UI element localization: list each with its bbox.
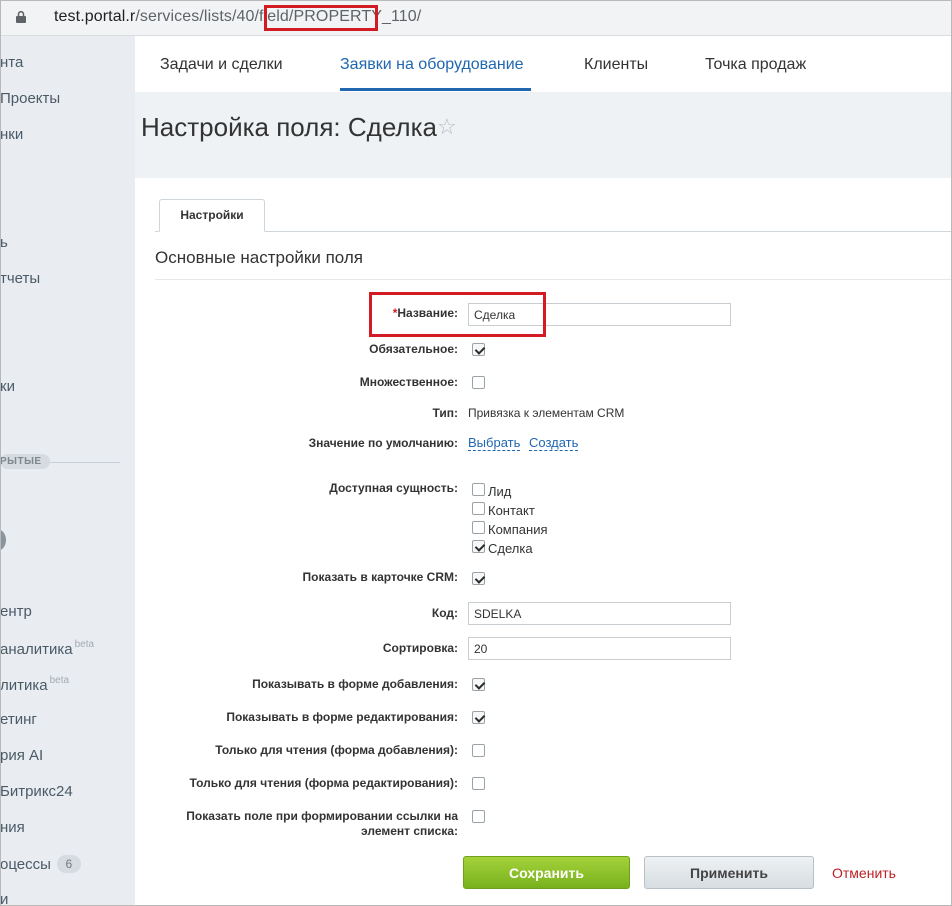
sidebar-item-label: и xyxy=(0,891,9,906)
code-input[interactable] xyxy=(468,602,731,625)
sidebar-item-label: нки xyxy=(0,126,24,143)
show-in-crm-checkbox[interactable] xyxy=(472,572,485,585)
entity-label: Доступная сущность: xyxy=(329,481,458,495)
sidebar-item[interactable]: нки xyxy=(0,126,23,143)
sidebar-item[interactable]: ния xyxy=(0,819,25,836)
entity-company-label: Компания xyxy=(488,522,548,537)
sidebar-item-label: литика xyxy=(0,677,48,694)
top-navigation: Задачи и сделки Заявки на оборудование К… xyxy=(135,36,952,92)
beta-label: beta xyxy=(74,639,95,650)
sidebar-item-label: рия AI xyxy=(0,747,44,764)
show-edit-label: Показывать в форме редактирования: xyxy=(226,710,458,724)
sidebar-item[interactable]: нта xyxy=(0,54,23,71)
section-divider xyxy=(155,279,952,280)
tab-divider xyxy=(155,231,952,232)
sidebar-item-analytics[interactable]: аналитика beta xyxy=(0,639,94,658)
sidebar-item[interactable]: ки xyxy=(0,378,15,395)
section-title: Основные настройки поля xyxy=(155,248,363,267)
header-gap xyxy=(135,168,952,178)
code-label: Код: xyxy=(431,606,458,620)
sidebar-item-label: Битрикс24 xyxy=(0,783,73,800)
page-title: Настройка поля: Сделка xyxy=(141,112,438,142)
active-tab-underline xyxy=(340,88,531,91)
show-link-label: Показать поле при формировании ссылки на… xyxy=(135,809,458,839)
star-icon[interactable]: ☆ xyxy=(437,114,457,140)
sidebar-item-marketing[interactable]: етинг xyxy=(0,711,37,728)
entity-lead-label: Лид xyxy=(488,484,512,499)
sidebar-item-label: нта xyxy=(0,54,24,71)
entity-lead-checkbox[interactable] xyxy=(472,483,485,496)
tab-tasks-deals[interactable]: Задачи и сделки xyxy=(160,56,283,74)
tab-sales-point[interactable]: Точка продаж xyxy=(705,56,806,74)
sidebar-item-ai[interactable]: рия AI xyxy=(0,747,43,764)
sidebar-item-label: ентр xyxy=(0,603,32,620)
page-header: Настройка поля: Сделка ☆ xyxy=(135,92,952,168)
entity-deal-checkbox[interactable] xyxy=(472,540,485,553)
entity-company-checkbox[interactable] xyxy=(472,521,485,534)
entity-contact-label: Контакт xyxy=(488,503,535,518)
sidebar-item-processes[interactable]: оцессы 6 xyxy=(0,855,81,873)
beta-label: beta xyxy=(49,675,70,686)
type-label: Тип: xyxy=(432,406,459,420)
show-link-label-line1: Показать поле при формировании ссылки на xyxy=(186,809,458,823)
sidebar-item[interactable]: ентр xyxy=(0,603,32,620)
sidebar-avatar[interactable] xyxy=(0,529,6,551)
sidebar-item-label: Проекты xyxy=(0,90,61,107)
sidebar-item-label: тчеты xyxy=(0,270,41,287)
show-link-checkbox[interactable] xyxy=(472,810,485,823)
left-sidebar: нта Проекты нки ь тчеты ки РЫТЫЕ ентр ан… xyxy=(0,36,135,906)
sidebar-item-label: ь xyxy=(0,234,8,251)
type-value: Привязка к элементам CRM xyxy=(468,406,625,420)
sidebar-item-reports[interactable]: тчеты xyxy=(0,270,40,287)
url-highlight-box xyxy=(264,5,378,31)
sidebar-item-projects[interactable]: Проекты xyxy=(0,90,60,107)
entity-deal-label: Сделка xyxy=(488,541,533,556)
tab-clients[interactable]: Клиенты xyxy=(584,56,648,74)
sort-label: Сортировка: xyxy=(382,641,458,655)
sidebar-item[interactable]: и xyxy=(0,891,8,906)
select-link[interactable]: Выбрать xyxy=(468,435,521,451)
sidebar-item-label: ки xyxy=(0,378,15,395)
show-add-checkbox[interactable] xyxy=(472,678,485,691)
show-edit-checkbox[interactable] xyxy=(472,711,485,724)
tab-settings[interactable]: Настройки xyxy=(159,199,265,232)
cancel-link[interactable]: Отменить xyxy=(832,865,896,881)
mandatory-checkbox[interactable] xyxy=(472,343,485,356)
default-value-label: Значение по умолчанию: xyxy=(308,436,458,450)
readonly-edit-label: Только для чтения (форма редактирования)… xyxy=(189,776,458,790)
multiple-label: Множественное: xyxy=(359,375,458,389)
lock-icon xyxy=(16,11,26,23)
show-add-label: Показывать в форме добавления: xyxy=(252,677,458,691)
readonly-add-label: Только для чтения (форма добавления): xyxy=(215,743,458,757)
show-in-crm-label: Показать в карточке CRM: xyxy=(302,570,458,584)
sidebar-item[interactable]: ь xyxy=(0,234,8,251)
form-content: Настройки Основные настройки поля *Назва… xyxy=(135,178,952,906)
show-link-label-line2: элемент списка: xyxy=(361,824,458,838)
sidebar-item-label: ния xyxy=(0,819,25,836)
browser-address-bar[interactable]: test.portal.r/services/lists/40/field/PR… xyxy=(0,0,952,36)
sidebar-item-label: аналитика xyxy=(0,641,73,658)
tab-equipment-requests[interactable]: Заявки на оборудование xyxy=(340,56,524,74)
sidebar-item-label: етинг xyxy=(0,711,37,728)
sort-input[interactable] xyxy=(468,637,731,660)
sidebar-item-analytics-2[interactable]: литика beta xyxy=(0,675,69,694)
mandatory-label: Обязательное: xyxy=(369,342,458,356)
sidebar-item-label: оцессы xyxy=(0,856,51,873)
sidebar-section-badge[interactable]: РЫТЫЕ xyxy=(0,454,50,469)
save-button[interactable]: Сохранить xyxy=(463,856,630,889)
multiple-checkbox[interactable] xyxy=(472,376,485,389)
sidebar-item-bitrix24[interactable]: Битрикс24 xyxy=(0,783,73,800)
counter-badge: 6 xyxy=(56,855,81,873)
entity-contact-checkbox[interactable] xyxy=(472,502,485,515)
url-host: test.portal.r xyxy=(54,8,136,25)
apply-button[interactable]: Применить xyxy=(644,856,814,889)
create-link[interactable]: Создать xyxy=(529,435,579,451)
name-highlight-box xyxy=(369,292,546,337)
readonly-edit-checkbox[interactable] xyxy=(472,777,485,790)
readonly-add-checkbox[interactable] xyxy=(472,744,485,757)
